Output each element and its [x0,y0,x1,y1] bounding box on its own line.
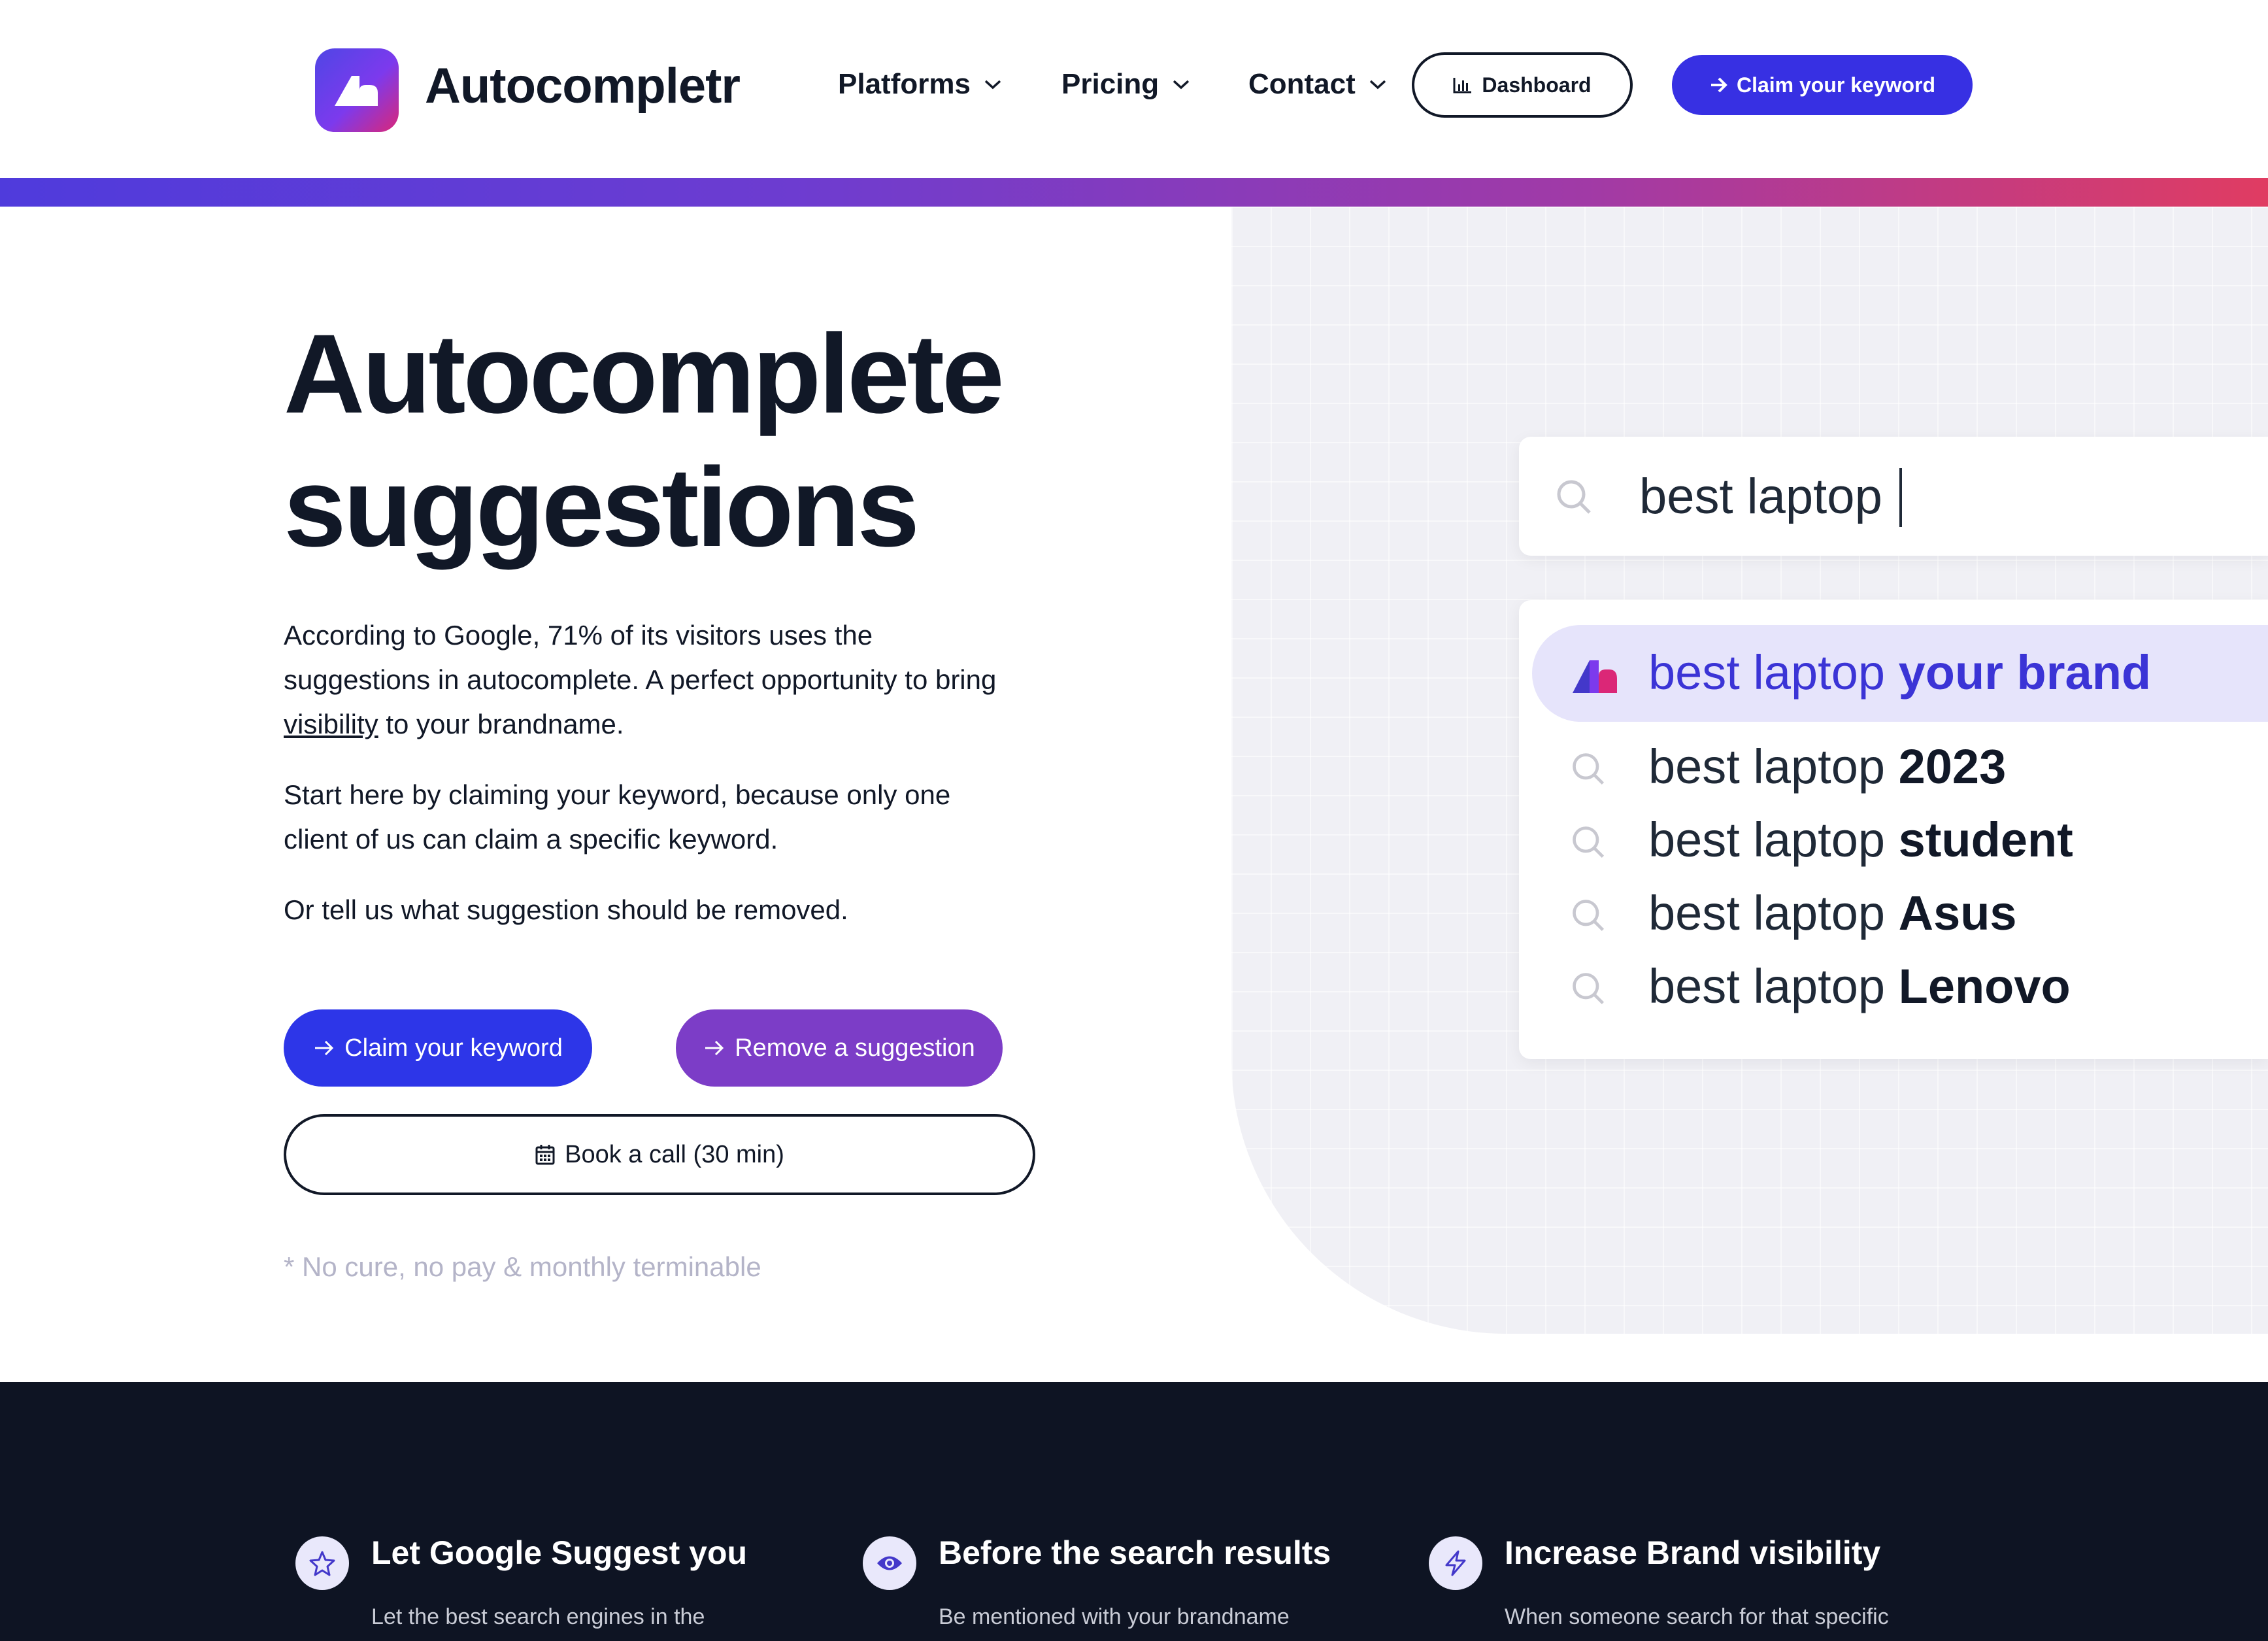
search-icon [1573,826,1605,858]
visibility-link[interactable]: visibility [284,709,378,739]
suggestions-dropdown: best laptop your brand best laptop 2023 … [1519,600,2268,1059]
remove-paragraph: Or tell us what suggestion should be rem… [284,894,848,925]
feature-text: When someone search for that specific [1505,1604,1889,1629]
nav-pricing[interactable]: Pricing [1061,68,1190,101]
book-call-button[interactable]: Book a call (30 min) [284,1114,1035,1195]
brand-logo-icon[interactable] [315,48,399,132]
features-section [0,1382,2268,1641]
book-call-label: Book a call (30 min) [565,1140,784,1168]
lightning-icon [1429,1536,1482,1590]
page-title: Autocomplete suggestions [284,307,1133,574]
suggestion-text: best laptop Lenovo [1648,959,2071,1013]
claim-keyword-label: Claim your keyword [344,1034,563,1062]
page-title-line1: Autocomplete [284,311,1005,437]
feature-title: Increase Brand visibility [1505,1534,1881,1571]
brand-name[interactable]: Autocompletr [425,58,741,114]
calendar-icon [535,1145,555,1165]
eye-icon [863,1536,916,1590]
suggestion-item[interactable]: best laptop 2023 [1519,731,2268,803]
search-input[interactable]: best laptop [1519,437,2268,556]
page-title-line2: suggestions [284,445,920,570]
suggestion-item[interactable]: best laptop Asus [1519,877,2268,949]
suggestion-text: best laptop 2023 [1648,739,2007,794]
header-gradient-bar [0,178,2268,207]
remove-suggestion-label: Remove a suggestion [735,1034,975,1062]
suggestion-text: best laptop Asus [1648,886,2017,940]
remove-suggestion-button[interactable]: Remove a suggestion [676,1009,1003,1087]
claim-paragraph: Start here by claiming your keyword, bec… [284,779,951,854]
dashboard-button[interactable]: Dashboard [1412,52,1633,118]
arrow-right-icon [705,1040,724,1056]
text-caret [1899,468,1902,527]
chevron-down-icon [984,80,1001,90]
nav-platforms[interactable]: Platforms [838,68,1002,101]
feature-text: Let the best search engines in the [371,1604,705,1629]
claim-keyword-header-button[interactable]: Claim your keyword [1672,55,1973,115]
nav-pricing-label: Pricing [1061,68,1159,100]
search-icon [1573,973,1605,1005]
search-query: best laptop [1639,469,1882,524]
footnote: * No cure, no pay & monthly terminable [284,1251,761,1282]
feature-title: Let Google Suggest you [371,1534,748,1571]
chevron-down-icon [1369,80,1386,90]
suggestion-text: best laptop student [1648,813,2073,867]
bar-chart-icon [1453,78,1472,93]
brand-logo-icon [1573,660,1617,693]
suggestion-text: best laptop your brand [1648,645,2152,700]
search-icon [1573,753,1605,785]
suggestion-item[interactable]: best laptop Lenovo [1519,951,2268,1023]
chevron-down-icon [1173,80,1190,90]
claim-keyword-header-label: Claim your keyword [1736,73,1936,97]
feature-text: Be mentioned with your brandname [939,1604,1290,1629]
feature-title: Before the search results [939,1534,1331,1571]
search-icon [1557,480,1591,514]
suggestion-item[interactable]: best laptop student [1519,804,2268,876]
arrow-right-icon [1710,77,1727,93]
site-header: Autocompletr Platforms Pricing Contact D… [0,0,2268,178]
nav-contact[interactable]: Contact [1248,68,1387,101]
intro-paragraph: According to Google, 71% of its visitors… [284,620,997,739]
arrow-right-icon [315,1040,334,1056]
search-icon [1573,900,1605,932]
suggestion-item-your-brand[interactable]: best laptop your brand [1519,637,2268,709]
nav-platforms-label: Platforms [838,68,971,100]
star-icon [295,1536,349,1590]
dashboard-button-label: Dashboard [1482,73,1592,97]
nav-contact-label: Contact [1248,68,1356,100]
claim-keyword-button[interactable]: Claim your keyword [284,1009,592,1087]
